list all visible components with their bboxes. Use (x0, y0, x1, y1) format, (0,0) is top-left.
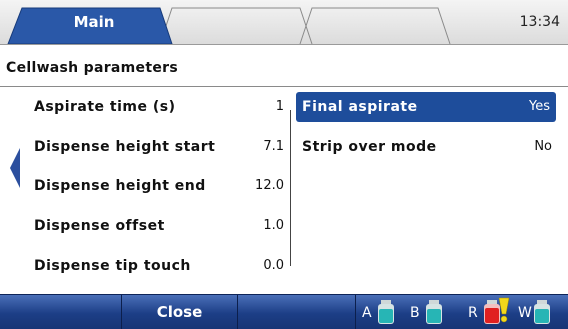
bottle-w-status: W (518, 299, 558, 325)
bottle-letter: A (362, 305, 372, 321)
bottle-b-icon (426, 300, 442, 324)
bottle-letter: W (518, 305, 532, 321)
bottle-r-status: R (468, 297, 514, 325)
param-value: 1 (275, 99, 284, 114)
param-label: Dispense tip touch (34, 258, 191, 274)
param-dispense-tip-touch[interactable]: Dispense tip touch 0.0 (34, 251, 284, 281)
param-final-aspirate[interactable]: Final aspirate Yes (296, 92, 556, 122)
param-label: Strip over mode (302, 139, 437, 155)
close-button[interactable]: Close (122, 295, 238, 329)
softkey-1[interactable] (0, 295, 122, 329)
param-label: Dispense offset (34, 218, 165, 234)
bottle-letter: R (468, 305, 478, 321)
param-dispense-height-end[interactable]: Dispense height end 12.0 (34, 171, 284, 201)
clock: 13:34 (519, 14, 560, 30)
tab-3[interactable] (316, 8, 442, 44)
bottle-b-status: B (410, 299, 450, 325)
param-dispense-height-start[interactable]: Dispense height start 7.1 (34, 132, 284, 162)
tab-2[interactable] (176, 8, 302, 44)
param-value: No (534, 139, 552, 154)
tab-main[interactable]: Main (34, 9, 154, 35)
bottle-letter: B (410, 305, 420, 321)
bottle-r-warning-icon (484, 297, 510, 324)
top-tab-bar: Main 13:34 (0, 0, 568, 45)
param-dispense-offset[interactable]: Dispense offset 1.0 (34, 211, 284, 241)
bottle-a-status: A (362, 299, 402, 325)
param-value: 7.1 (263, 139, 284, 154)
bottle-w-icon (534, 300, 550, 324)
section-title: Cellwash parameters (6, 60, 178, 76)
param-value: Yes (529, 99, 550, 114)
softkey-3[interactable] (238, 295, 356, 329)
param-value: 0.0 (263, 258, 284, 273)
param-label: Aspirate time (s) (34, 99, 176, 115)
bottom-softkey-bar: Close A B R W (0, 294, 568, 329)
title-divider (0, 86, 568, 87)
column-divider (290, 110, 291, 266)
param-label: Final aspirate (302, 99, 418, 115)
bottle-a-icon (378, 300, 394, 324)
param-aspirate-time[interactable]: Aspirate time (s) 1 (34, 92, 284, 122)
param-value: 12.0 (255, 178, 284, 193)
param-strip-over-mode[interactable]: Strip over mode No (302, 132, 552, 162)
param-label: Dispense height end (34, 178, 206, 194)
param-label: Dispense height start (34, 139, 216, 155)
scroll-left-arrow-icon[interactable] (10, 148, 20, 188)
param-value: 1.0 (263, 218, 284, 233)
